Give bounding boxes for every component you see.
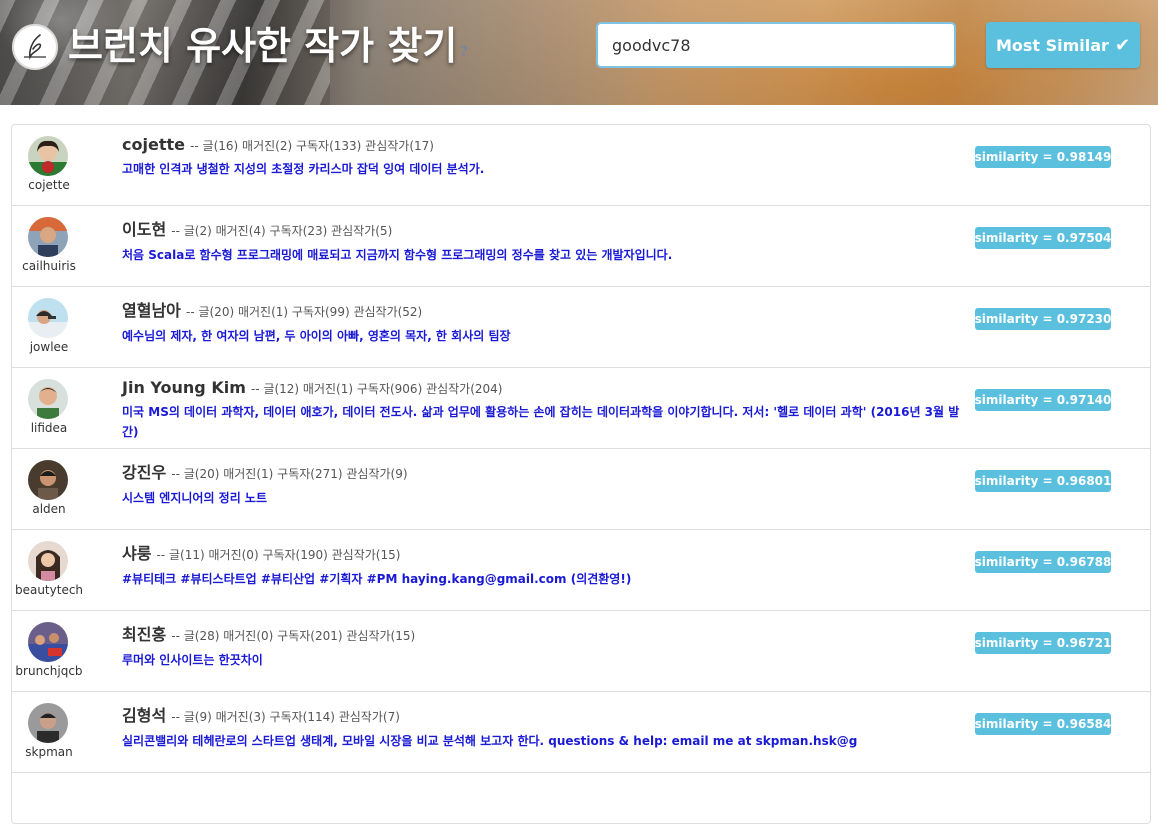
author-name[interactable]: Jin Young Kim [122,378,246,397]
author-stats: -- 글(20) 매거진(1) 구독자(99) 관심작가(52) [185,305,423,319]
username[interactable]: lifidea [12,421,86,435]
author-description: 처음 Scala로 함수형 프로그래밍에 매료되고 지금까지 함수형 프로그래밍… [122,248,673,262]
author-description: 루머와 인사이트는 한끗차이 [122,653,263,667]
similarity-badge: similarity = 0.97504 [975,227,1111,249]
results-list: cojette cojette -- 글(16) 매거진(2) 구독자(133)… [11,124,1151,824]
author-stats: -- 글(20) 매거진(1) 구독자(271) 관심작가(9) [171,467,408,481]
list-item: brunchjqcb 최진홍 -- 글(28) 매거진(0) 구독자(201) … [12,611,1150,692]
similarity-badge: similarity = 0.96801 [975,470,1111,492]
username[interactable]: jowlee [12,340,86,354]
page-title: 브런치 유사한 작가 찾기 [68,24,458,68]
list-item: cailhuiris 이도현 -- 글(2) 매거진(4) 구독자(23) 관심… [12,206,1150,287]
list-item: beautytech 샤룽 -- 글(11) 매거진(0) 구독자(190) 관… [12,530,1150,611]
avatar[interactable] [28,298,68,338]
avatar[interactable] [28,541,68,581]
author-stats: -- 글(28) 매거진(0) 구독자(201) 관심작가(15) [171,629,416,643]
brunch-logo-icon[interactable] [12,24,58,70]
author-description: 고매한 인격과 냉철한 지성의 초절정 카리스마 잡덕 잉여 데이터 분석가. [122,162,485,176]
list-item: jowlee 열혈남아 -- 글(20) 매거진(1) 구독자(99) 관심작가… [12,287,1150,368]
author-stats: -- 글(9) 매거진(3) 구독자(114) 관심작가(7) [171,710,400,724]
author-name[interactable]: cojette [122,135,185,154]
username[interactable]: skpman [12,745,86,759]
author-description: 실리콘밸리와 테헤란로의 스타트업 생태계, 모바일 시장을 비교 분석해 보고… [122,734,858,748]
most-similar-button[interactable]: Most Similar ✔ [986,22,1140,68]
avatar[interactable] [28,379,68,419]
author-name[interactable]: 최진홍 [122,625,166,644]
username[interactable]: brunchjqcb [12,664,86,678]
username[interactable]: cailhuiris [12,259,86,273]
avatar[interactable] [28,703,68,743]
author-name[interactable]: 이도현 [122,220,166,239]
author-stats: -- 글(2) 매거진(4) 구독자(23) 관심작가(5) [171,224,393,238]
author-description: 예수님의 제자, 한 여자의 남편, 두 아이의 아빠, 영혼의 목자, 한 회… [122,329,511,343]
username[interactable]: beautytech [12,583,86,597]
avatar[interactable] [28,136,68,176]
avatar[interactable] [28,460,68,500]
username[interactable]: cojette [12,178,86,192]
list-item: skpman 김형석 -- 글(9) 매거진(3) 구독자(114) 관심작가(… [12,692,1150,773]
author-description: 미국 MS의 데이터 과학자, 데이터 애호가, 데이터 전도사. 삶과 업무에… [122,405,960,439]
similarity-badge: similarity = 0.97140 [975,389,1111,411]
author-name[interactable]: 김형석 [122,706,166,725]
author-stats: -- 글(16) 매거진(2) 구독자(133) 관심작가(17) [190,139,434,153]
similarity-badge: similarity = 0.96721 [975,632,1111,654]
similarity-badge: similarity = 0.97230 [975,308,1111,330]
list-item: lifidea Jin Young Kim -- 글(12) 매거진(1) 구독… [12,368,1150,449]
similarity-badge: similarity = 0.96584 [975,713,1111,735]
header-banner: 브런치 유사한 작가 찾기 ? Most Similar ✔ [0,0,1158,105]
username[interactable]: alden [12,502,86,516]
author-stats: -- 글(12) 매거진(1) 구독자(906) 관심작가(204) [250,382,503,396]
author-stats: -- 글(11) 매거진(0) 구독자(190) 관심작가(15) [156,548,401,562]
search-input[interactable] [596,22,956,68]
author-name[interactable]: 열혈남아 [122,301,181,320]
avatar[interactable] [28,622,68,662]
list-item: cojette cojette -- 글(16) 매거진(2) 구독자(133)… [12,125,1150,206]
author-name[interactable]: 샤룽 [122,544,151,563]
author-description: #뷰티테크 #뷰티스타트업 #뷰티산업 #기획자 #PM haying.kang… [122,572,632,586]
avatar[interactable] [28,217,68,257]
most-similar-label: Most Similar [995,35,1109,55]
list-item: alden 강진우 -- 글(20) 매거진(1) 구독자(271) 관심작가(… [12,449,1150,530]
similarity-badge: similarity = 0.96788 [975,551,1111,573]
author-name[interactable]: 강진우 [122,463,166,482]
similarity-badge: similarity = 0.98149 [975,146,1111,168]
author-description: 시스템 엔지니어의 정리 노트 [122,491,268,505]
help-icon[interactable]: ? [460,44,468,60]
check-icon: ✔ [1114,34,1131,56]
